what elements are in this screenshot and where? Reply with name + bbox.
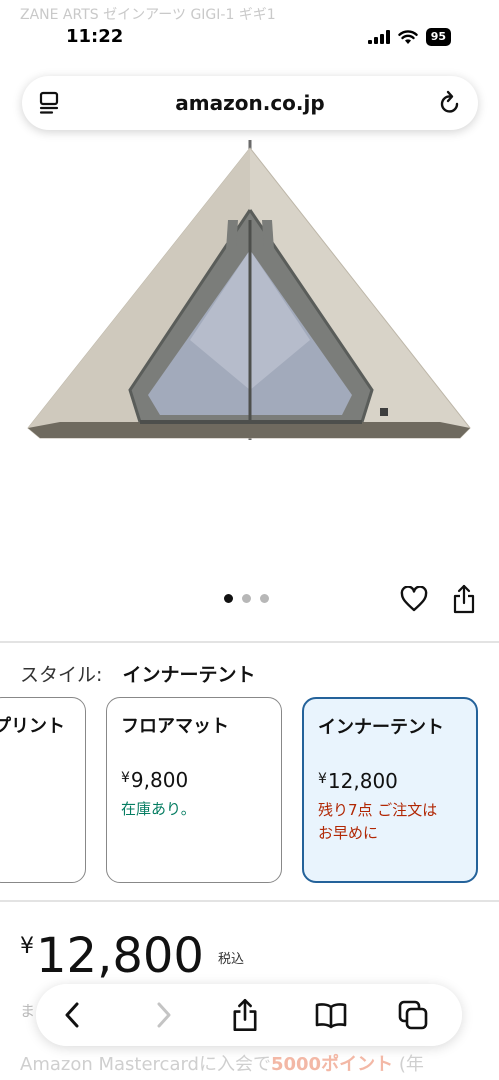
status-bar: 11:22 95	[0, 24, 499, 54]
variant-stock: 残り7点 ご注文は お早めに	[318, 801, 438, 842]
browser-toolbar	[36, 984, 462, 1046]
section-divider	[0, 900, 499, 902]
share-icon[interactable]	[452, 584, 476, 614]
variant-name: フロアマット	[121, 716, 229, 737]
promo-banner[interactable]: Amazon Mastercardに入会で5000ポイント (年	[20, 1050, 424, 1076]
variant-name: インナーテント	[318, 717, 444, 738]
product-image-tent[interactable]	[0, 140, 499, 580]
obscured-text: ま	[20, 1002, 36, 1020]
gallery-pagination[interactable]	[224, 594, 269, 603]
variant-card-print[interactable]: プリント	[0, 697, 86, 883]
variant-card-inner-tent[interactable]: インナーテント ¥12,800 残り7点 ご注文は お早めに	[302, 697, 478, 883]
variant-stock: 在庫あり。	[121, 800, 196, 818]
gallery-dot[interactable]	[242, 594, 251, 603]
page-title-ghost: ZANE ARTS ゼインアーツ GIGI-1 ギギ1	[20, 7, 276, 23]
style-label: スタイル:	[20, 664, 103, 686]
variant-price: ¥9,800	[121, 768, 189, 792]
reload-icon[interactable]	[438, 90, 462, 116]
bookmarks-button[interactable]	[314, 998, 348, 1032]
status-time: 11:22	[66, 26, 124, 47]
variant-card-floor-mat[interactable]: フロアマット ¥9,800 在庫あり。	[106, 697, 282, 883]
share-icon[interactable]	[231, 998, 259, 1032]
bookmarks-icon[interactable]	[314, 1001, 348, 1029]
forward-button[interactable]	[146, 998, 180, 1032]
signal-icon	[367, 30, 390, 44]
url-text[interactable]: amazon.co.jp	[22, 91, 478, 115]
wifi-icon	[397, 29, 418, 44]
variant-price: ¥12,800	[318, 769, 398, 793]
status-icons: 95	[367, 28, 451, 46]
style-selected-value: インナーテント	[122, 664, 256, 686]
variant-name: プリント	[0, 716, 65, 737]
style-row: スタイル: インナーテント	[20, 660, 255, 687]
section-divider	[0, 641, 499, 643]
gallery-dot[interactable]	[260, 594, 269, 603]
heart-icon[interactable]	[400, 586, 428, 612]
price-amount: 12,800	[36, 928, 204, 984]
tabs-icon[interactable]	[397, 999, 429, 1031]
back-icon[interactable]	[63, 1001, 83, 1029]
price-block: ¥ 12,800 税込	[20, 928, 244, 984]
price-currency: ¥	[20, 934, 34, 959]
tabs-button[interactable]	[396, 998, 430, 1032]
forward-icon[interactable]	[153, 1001, 173, 1029]
tax-label: 税込	[217, 952, 244, 967]
toolbar-share-button[interactable]	[228, 998, 262, 1032]
back-button[interactable]	[56, 998, 90, 1032]
address-bar[interactable]: amazon.co.jp	[22, 76, 478, 130]
battery-icon: 95	[425, 28, 451, 46]
gallery-dot[interactable]	[224, 594, 233, 603]
